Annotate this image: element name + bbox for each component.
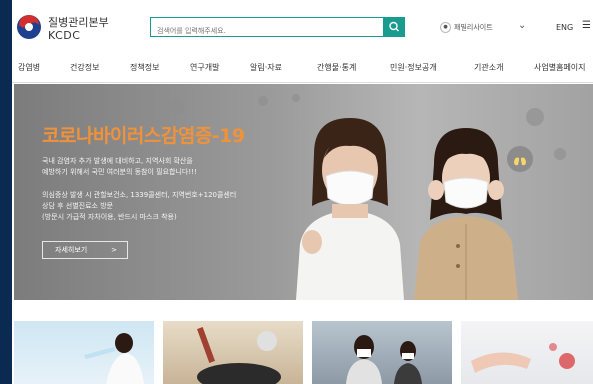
virus-decoration [170,100,184,114]
thumbnail-image [84,333,144,384]
search-box [150,17,384,40]
virus-decoration [292,94,300,102]
lungs-icon [507,146,533,172]
nav-item-publications[interactable]: 간행물·통계 [317,62,356,73]
family-site-label: 패밀리사이트 [454,23,493,32]
org-name-english[interactable]: KCDC [48,29,80,42]
virus-decoration [526,108,544,126]
virus-decoration [554,148,566,160]
nav-item-civil-service[interactable]: 민원·정보공개 [390,62,437,73]
search-icon [389,21,399,32]
chevron-down-icon[interactable]: ⌄ [518,20,526,31]
globe-icon: ● [440,22,451,33]
more-details-label: 자세히보기 [55,246,88,254]
main-nav: 감염병 건강정보 정책정보 연구개발 알림·자료 간행물·통계 민원·정보공개 … [12,58,593,78]
thumbnail-image [346,335,422,384]
nav-item-project-sites[interactable]: 사업별홈페이지 [534,62,586,73]
org-name-korean[interactable]: 질병관리본부 [48,14,109,30]
nav-item-notice[interactable]: 알림·자료 [250,62,282,73]
chevron-right-icon: > [111,246,117,254]
banner-text-4: 상담 후 선별진료소 방문 [42,202,114,210]
kcdc-logo-icon[interactable] [16,14,42,40]
woman-with-mask-image [296,118,404,300]
more-details-button[interactable]: 자세히보기 > [42,241,128,259]
thumbnail-image [471,343,575,373]
thumbnail-hand-washing[interactable] [461,321,593,384]
thumbnail-cooking[interactable] [163,321,303,384]
thumbnail-image [197,327,281,384]
nav-item-infectious-disease[interactable]: 감염병 [18,62,40,73]
thumbnail-drinking-water[interactable] [14,321,154,384]
nav-divider [12,82,593,83]
banner-text-1: 국내 감염자 추가 발생에 대비하고, 지역사회 확산을 [42,157,193,165]
browser-page: 질병관리본부 KCDC ●패밀리사이트 ⌄ ENG ☰ 감염병 건강정보 정책정… [12,0,593,384]
virus-decoration [258,96,268,106]
thumbnail-masked-people[interactable] [312,321,452,384]
hero-banner[interactable]: 코로나바이러스감염증-19 국내 감염자 추가 발생에 대비하고, 지역사회 확… [14,84,593,300]
banner-text-5: (방문시 가급적 자차이용, 반드시 마스크 착용) [42,213,177,221]
nav-item-about[interactable]: 기관소개 [474,62,503,73]
banner-text-3: 의심증상 발생 시 관할보건소, 1339콜센터, 지역번호+120콜센터 [42,191,237,199]
nav-item-policy-info[interactable]: 정책정보 [130,62,159,73]
search-input[interactable] [151,22,363,40]
search-button[interactable] [384,17,405,37]
menu-icon[interactable]: ☰ [582,20,591,31]
family-site-selector[interactable]: ● 패밀리사이트 [440,22,493,33]
site-header: 질병관리본부 KCDC ●패밀리사이트 ⌄ ENG ☰ [12,0,593,54]
eng-link[interactable]: ENG [556,23,573,32]
nav-item-research[interactable]: 연구개발 [190,62,219,73]
banner-title: 코로나바이러스감염증-19 [42,125,245,147]
nav-item-health-info[interactable]: 건강정보 [70,62,99,73]
banner-text-2: 예방하기 위해서 국민 여러분의 동참이 필요합니다!!! [42,168,197,176]
